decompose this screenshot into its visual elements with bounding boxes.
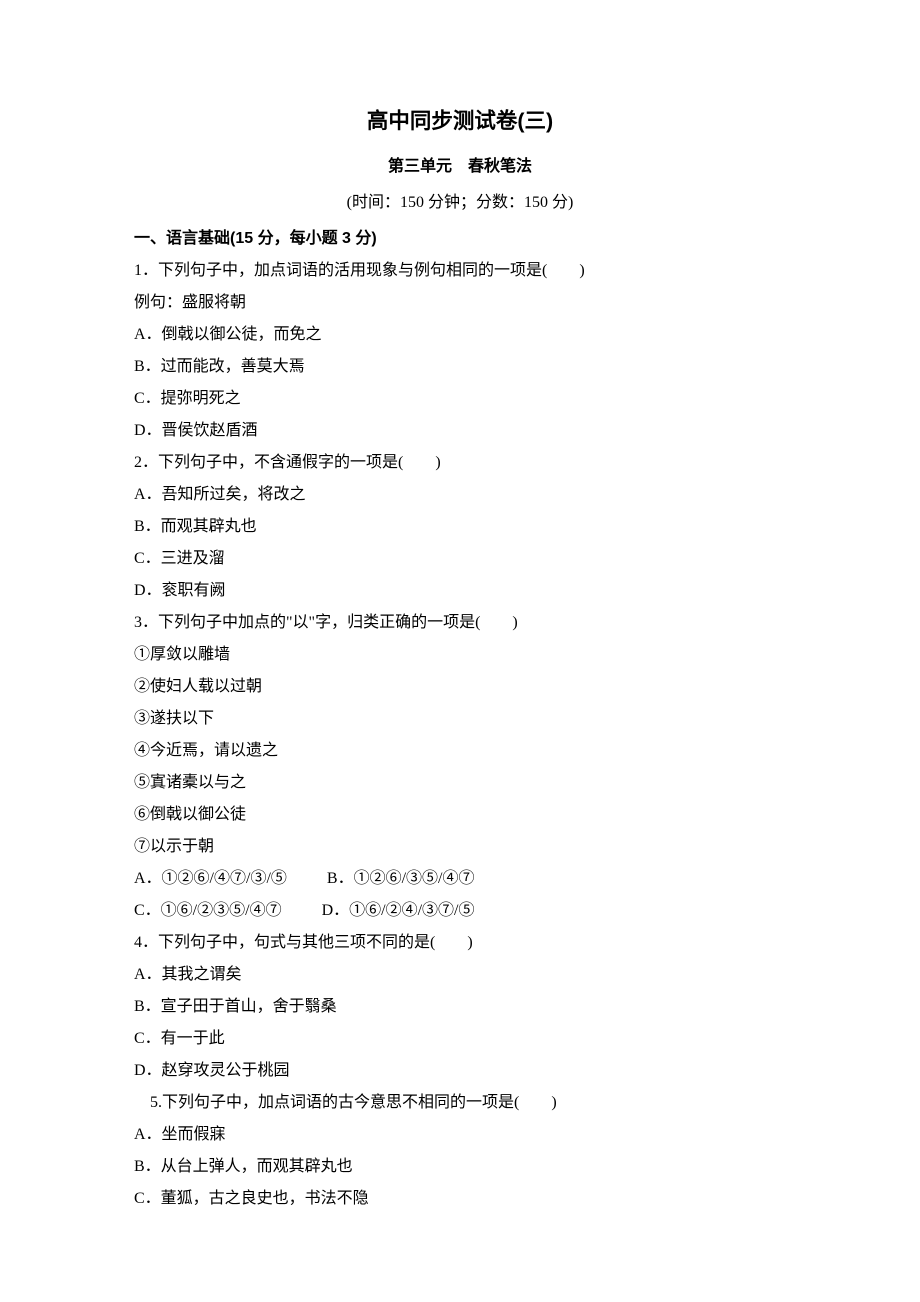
section-1-heading: 一、语言基础(15 分，每小题 3 分) [134,223,786,255]
q1-option-a: A．倒戟以御公徒，而免之 [134,319,786,351]
q4-stem: 4．下列句子中，句式与其他三项不同的是( ) [134,927,786,959]
q2-stem: 2．下列句子中，不含通假字的一项是( ) [134,447,786,479]
q2-option-c: C．三进及溜 [134,543,786,575]
q2-option-a: A．吾知所过矣，将改之 [134,479,786,511]
q5-stem: 5.下列句子中，加点词语的古今意思不相同的一项是( ) [134,1087,786,1119]
q1-option-c: C．提弥明死之 [134,383,786,415]
q3-options-row-1: A．①②⑥/④⑦/③/⑤ B．①②⑥/③⑤/④⑦ [134,863,786,895]
q3-option-d: D．①⑥/②④/③⑦/⑤ [322,895,475,927]
page-subtitle: 第三单元 春秋笔法 [134,151,786,183]
q1-option-b: B．过而能改，善莫大焉 [134,351,786,383]
q3-item-5: ⑤寘诸橐以与之 [134,767,786,799]
q3-option-c: C．①⑥/②③⑤/④⑦ [134,895,282,927]
q4-option-a: A．其我之谓矣 [134,959,786,991]
q4-option-c: C．有一于此 [134,1023,786,1055]
q2-option-b: B．而观其辟丸也 [134,511,786,543]
q3-item-6: ⑥倒戟以御公徒 [134,799,786,831]
timing-info: (时间：150 分钟；分数：150 分) [134,187,786,219]
q1-stem: 1．下列句子中，加点词语的活用现象与例句相同的一项是( ) [134,255,786,287]
q4-option-d: D．赵穿攻灵公于桃园 [134,1055,786,1087]
q3-item-2: ②使妇人载以过朝 [134,671,786,703]
q2-option-d: D．衮职有阙 [134,575,786,607]
q1-example: 例句：盛服将朝 [134,287,786,319]
q1-option-d: D．晋侯饮赵盾酒 [134,415,786,447]
q3-option-b: B．①②⑥/③⑤/④⑦ [327,863,475,895]
q4-option-b: B．宣子田于首山，舍于翳桑 [134,991,786,1023]
q3-item-7: ⑦以示于朝 [134,831,786,863]
q3-item-4: ④今近焉，请以遗之 [134,735,786,767]
q5-option-c: C．董狐，古之良史也，书法不隐 [134,1183,786,1215]
q3-option-a: A．①②⑥/④⑦/③/⑤ [134,863,287,895]
q5-option-b: B．从台上弹人，而观其辟丸也 [134,1151,786,1183]
page-title: 高中同步测试卷(三) [134,100,786,143]
q3-options-row-2: C．①⑥/②③⑤/④⑦ D．①⑥/②④/③⑦/⑤ [134,895,786,927]
q3-item-3: ③遂扶以下 [134,703,786,735]
q3-stem: 3．下列句子中加点的"以"字，归类正确的一项是( ) [134,607,786,639]
q3-item-1: ①厚敛以雕墙 [134,639,786,671]
q5-option-a: A．坐而假寐 [134,1119,786,1151]
